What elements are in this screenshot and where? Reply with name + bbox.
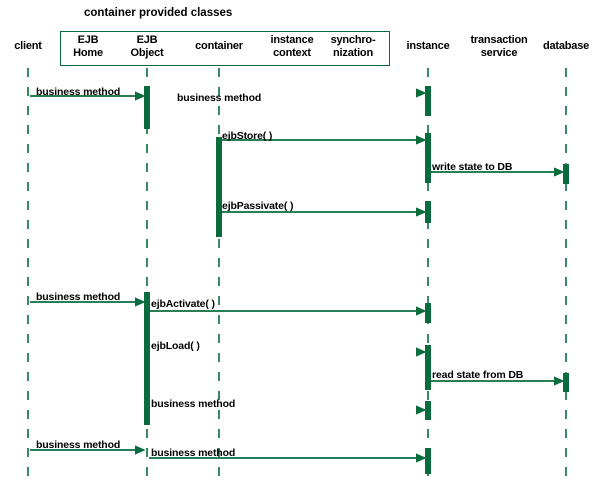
message-label-m6: business method [36,291,121,303]
message-label-m11: business method [36,439,121,451]
activation-bar-instance-a9 [425,345,431,390]
activation-bar-instance-a11 [425,401,431,420]
message-label-m5: ejbPassivate( ) [222,200,294,212]
activation-bar-instance-a4 [425,133,431,183]
message-label-m2: business method [177,92,262,104]
message-label-m7: ejbActivate( ) [151,298,215,310]
activation-bar-instance-a8 [425,303,431,323]
message-label-m12: business method [151,447,236,459]
lifelines-and-messages-layer [27,68,567,486]
message-label-m1: business method [36,86,121,98]
message-label-m3: ejbStore( ) [222,130,273,142]
lifelines-group [27,68,567,486]
message-label-m4: write state to DB [432,161,513,173]
activation-bar-instance-a2 [425,86,431,116]
activation-bar-instance-a12 [425,448,431,474]
activation-bar-instance-a6 [425,201,431,223]
message-label-m8: ejbLoad( ) [151,340,200,352]
arrowhead-icon-m11 [135,445,146,455]
sequence-diagram-canvas: container provided classes client EJB Home… [0,0,610,500]
activation-bar-container-a3 [216,137,222,237]
message-label-m10: business method [151,398,236,410]
activation-bar-ejbobject-a1 [144,86,150,129]
activation-bar-database-a5 [563,164,569,184]
message-label-m9: read state from DB [432,369,524,381]
activation-bar-database-a10 [563,373,569,392]
message-shafts-group [30,88,565,463]
activation-bar-ejbobject-a7 [144,292,150,425]
